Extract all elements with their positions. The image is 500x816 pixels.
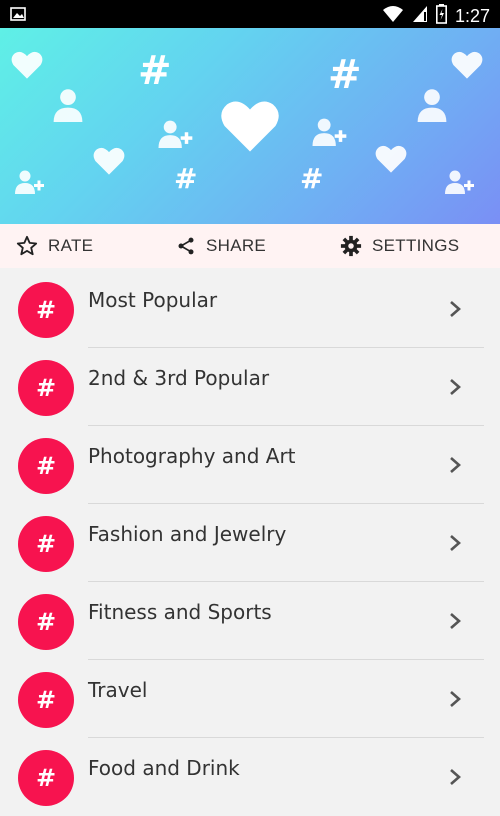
wifi-icon: [382, 5, 404, 27]
list-item[interactable]: # Most Popular: [0, 270, 500, 348]
list-item[interactable]: # Fitness and Sports: [0, 582, 500, 660]
heart-icon: [11, 51, 43, 79]
person-icon: [417, 89, 447, 122]
hashtag-icon: #: [328, 52, 362, 98]
hashtag-icon: #: [300, 162, 324, 195]
list-item-label: Food and Drink: [88, 756, 240, 780]
rate-button[interactable]: RATE: [16, 224, 93, 268]
list-item[interactable]: # Fashion and Jewelry: [0, 504, 500, 582]
settings-label: SETTINGS: [372, 236, 460, 255]
person-add-icon: [158, 120, 193, 148]
clock: 1:27: [454, 5, 490, 26]
chevron-right-icon: [450, 535, 461, 551]
heart-icon: [221, 101, 279, 152]
chevron-right-icon: [450, 769, 461, 785]
hashtag-badge: #: [18, 516, 74, 572]
list-item[interactable]: # Food and Drink: [0, 738, 500, 816]
hashtag-badge: #: [18, 438, 74, 494]
hashtag-badge: #: [18, 750, 74, 806]
list-item-label: Travel: [88, 678, 148, 702]
list-item-label: Most Popular: [88, 288, 218, 312]
hashtag-badge: #: [18, 594, 74, 650]
gear-icon: [340, 235, 362, 257]
hashtag-badge: #: [18, 282, 74, 338]
hashtag-icon: #: [174, 162, 198, 195]
list-item-label: Photography and Art: [88, 444, 296, 468]
list-item-label: Fitness and Sports: [88, 600, 272, 624]
share-button[interactable]: SHARE: [176, 224, 266, 268]
heart-icon: [375, 145, 407, 173]
category-list: # Most Popular # 2nd & 3rd Popular # Pho…: [0, 270, 500, 816]
hashtag-icon: #: [138, 48, 172, 94]
signal-icon: [412, 5, 428, 27]
person-add-icon: [15, 170, 44, 194]
share-label: SHARE: [206, 236, 267, 255]
chevron-right-icon: [450, 379, 461, 395]
status-bar: 1:27: [0, 0, 500, 28]
action-toolbar: RATE SHARE SETTINGS: [0, 224, 500, 268]
battery-icon: [435, 4, 447, 28]
star-icon: [16, 235, 38, 256]
list-item[interactable]: # Travel: [0, 660, 500, 738]
hashtag-badge: #: [18, 672, 74, 728]
chevron-right-icon: [450, 691, 461, 707]
list-item[interactable]: # Photography and Art: [0, 426, 500, 504]
list-item-label: 2nd & 3rd Popular: [88, 366, 270, 390]
person-add-icon: [312, 118, 347, 146]
header-banner: # # # #: [0, 28, 500, 224]
share-icon: [178, 237, 194, 255]
heart-icon: [451, 51, 483, 79]
person-add-icon: [445, 170, 474, 194]
rate-label: RATE: [48, 236, 94, 255]
chevron-right-icon: [450, 301, 461, 317]
list-item[interactable]: # 2nd & 3rd Popular: [0, 348, 500, 426]
heart-icon: [93, 147, 125, 175]
chevron-right-icon: [450, 613, 461, 629]
list-item-label: Fashion and Jewelry: [88, 522, 287, 546]
hashtag-badge: #: [18, 360, 74, 416]
chevron-right-icon: [450, 457, 461, 473]
person-icon: [53, 89, 83, 122]
settings-button[interactable]: SETTINGS: [340, 224, 459, 268]
image-icon: [10, 6, 26, 25]
